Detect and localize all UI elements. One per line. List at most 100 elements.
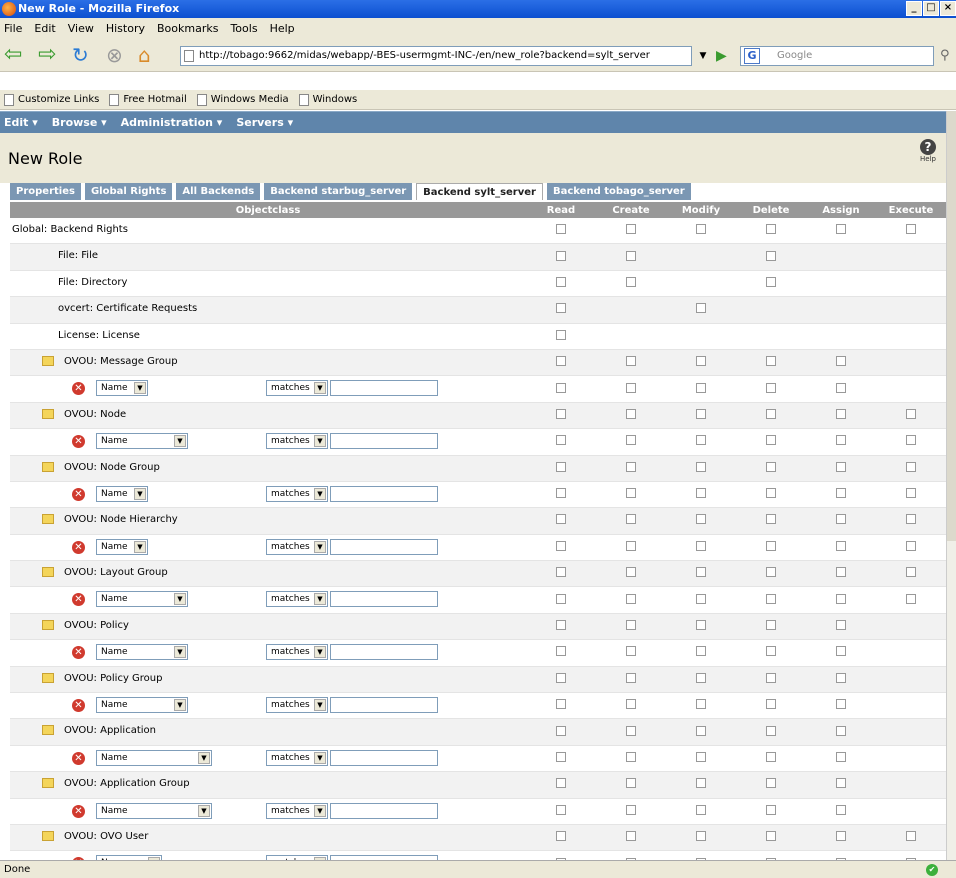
menu-help[interactable]: Help (270, 22, 295, 35)
right-checkbox-modify[interactable] (696, 752, 706, 762)
remove-filter-icon[interactable]: ✕ (72, 646, 85, 660)
attribute-select[interactable]: Name ▼ (96, 380, 148, 397)
right-checkbox-create[interactable] (626, 435, 636, 446)
right-checkbox-create[interactable] (626, 804, 636, 815)
right-checkbox-delete[interactable] (766, 620, 776, 631)
tab-backend-tobago_server[interactable]: Backend tobago_server (546, 183, 691, 200)
right-checkbox-read[interactable] (556, 646, 566, 657)
right-checkbox-read[interactable] (556, 804, 566, 815)
right-checkbox-create[interactable] (626, 540, 636, 551)
right-checkbox-delete[interactable] (766, 488, 776, 499)
app-menu-item[interactable]: Edit ▾ (4, 116, 38, 129)
filter-value-input[interactable] (330, 749, 438, 766)
right-checkbox-modify[interactable] (696, 461, 706, 472)
right-checkbox-create[interactable] (626, 646, 636, 657)
right-checkbox-read[interactable] (556, 435, 566, 446)
remove-filter-icon[interactable]: ✕ (72, 487, 85, 501)
right-checkbox-delete[interactable] (766, 567, 776, 578)
folder-icon[interactable] (42, 778, 54, 789)
right-checkbox-assign[interactable] (836, 778, 846, 789)
right-checkbox-delete[interactable] (766, 356, 776, 367)
right-checkbox-delete[interactable] (766, 408, 776, 419)
remove-filter-icon[interactable]: ✕ (72, 435, 85, 449)
right-checkbox-modify[interactable] (696, 593, 706, 604)
folder-icon[interactable] (42, 567, 54, 578)
right-checkbox-create[interactable] (626, 408, 636, 419)
right-checkbox-delete[interactable] (766, 778, 776, 789)
right-checkbox-assign[interactable] (836, 620, 846, 631)
filter-value-input[interactable] (330, 433, 438, 450)
right-checkbox-assign[interactable] (836, 488, 846, 499)
remove-filter-icon[interactable]: ✕ (72, 699, 85, 713)
right-checkbox-assign[interactable] (836, 435, 846, 446)
right-checkbox-read[interactable] (556, 672, 566, 683)
right-checkbox-delete[interactable] (766, 804, 776, 815)
right-checkbox-read[interactable] (556, 699, 566, 710)
tab-backend-sylt_server[interactable]: Backend sylt_server (416, 183, 543, 200)
right-checkbox-modify[interactable] (696, 646, 706, 657)
search-box[interactable]: G Google (740, 46, 934, 66)
right-checkbox-read[interactable] (556, 540, 566, 551)
menu-view[interactable]: View (68, 22, 94, 35)
maximize-button[interactable]: □ (923, 1, 939, 16)
right-checkbox-assign[interactable] (836, 672, 846, 683)
right-checkbox-modify[interactable] (696, 804, 706, 815)
right-checkbox-assign[interactable] (836, 752, 846, 762)
scrollbar[interactable] (946, 111, 956, 860)
right-checkbox-read[interactable] (556, 250, 566, 261)
attribute-select[interactable]: Name ▼ (96, 591, 188, 608)
folder-icon[interactable] (42, 619, 54, 630)
right-checkbox-assign[interactable] (836, 646, 846, 657)
operator-select[interactable]: matches ▼ (266, 591, 328, 608)
operator-select[interactable]: matches ▼ (266, 485, 328, 502)
right-checkbox-read[interactable] (556, 408, 566, 419)
right-checkbox-read[interactable] (556, 356, 566, 367)
right-checkbox-delete[interactable] (766, 250, 776, 261)
right-checkbox-assign[interactable] (836, 224, 846, 235)
right-checkbox-modify[interactable] (696, 514, 706, 525)
attribute-select[interactable]: Name ▼ (96, 697, 188, 714)
right-checkbox-modify[interactable] (696, 224, 706, 235)
right-checkbox-read[interactable] (556, 567, 566, 578)
forward-arrow-icon[interactable]: ⇨ (38, 44, 60, 66)
right-checkbox-execute[interactable] (906, 461, 916, 472)
help-button[interactable]: ? Help (916, 139, 940, 163)
right-checkbox-read[interactable] (556, 778, 566, 789)
right-checkbox-create[interactable] (626, 488, 636, 499)
right-checkbox-read[interactable] (556, 725, 566, 736)
right-checkbox-assign[interactable] (836, 540, 846, 551)
right-checkbox-assign[interactable] (836, 831, 846, 842)
stop-icon[interactable]: ⊗ (106, 44, 128, 66)
operator-select[interactable]: matches ▼ (266, 644, 328, 661)
menu-bookmarks[interactable]: Bookmarks (157, 22, 218, 35)
right-checkbox-execute[interactable] (906, 540, 916, 551)
filter-value-input[interactable] (330, 802, 438, 819)
go-arrow-icon[interactable]: ▶ (716, 46, 734, 66)
folder-icon[interactable] (42, 408, 54, 419)
folder-icon[interactable] (42, 355, 54, 366)
right-checkbox-execute[interactable] (906, 567, 916, 578)
right-checkbox-read[interactable] (556, 382, 566, 393)
bookmark-item[interactable]: Customize Links (4, 93, 99, 106)
minimize-button[interactable]: _ (906, 1, 922, 16)
right-checkbox-assign[interactable] (836, 408, 846, 419)
right-checkbox-execute[interactable] (906, 831, 916, 842)
operator-select[interactable]: matches ▼ (266, 749, 328, 766)
right-checkbox-read[interactable] (556, 461, 566, 472)
right-checkbox-modify[interactable] (696, 567, 706, 578)
remove-filter-icon[interactable]: ✕ (72, 751, 85, 765)
operator-select[interactable]: matches ▼ (266, 433, 328, 450)
right-checkbox-read[interactable] (556, 488, 566, 499)
tab-backend-starbug_server[interactable]: Backend starbug_server (264, 183, 413, 200)
right-checkbox-create[interactable] (626, 276, 636, 287)
folder-icon[interactable] (42, 672, 54, 683)
back-arrow-icon[interactable]: ⇦ (4, 44, 26, 66)
attribute-select[interactable]: Name ▼ (96, 802, 212, 819)
right-checkbox-create[interactable] (626, 224, 636, 235)
right-checkbox-read[interactable] (556, 831, 566, 842)
right-checkbox-delete[interactable] (766, 540, 776, 551)
folder-icon[interactable] (42, 725, 54, 736)
folder-icon[interactable] (42, 461, 54, 472)
right-checkbox-delete[interactable] (766, 699, 776, 710)
right-checkbox-delete[interactable] (766, 752, 776, 762)
